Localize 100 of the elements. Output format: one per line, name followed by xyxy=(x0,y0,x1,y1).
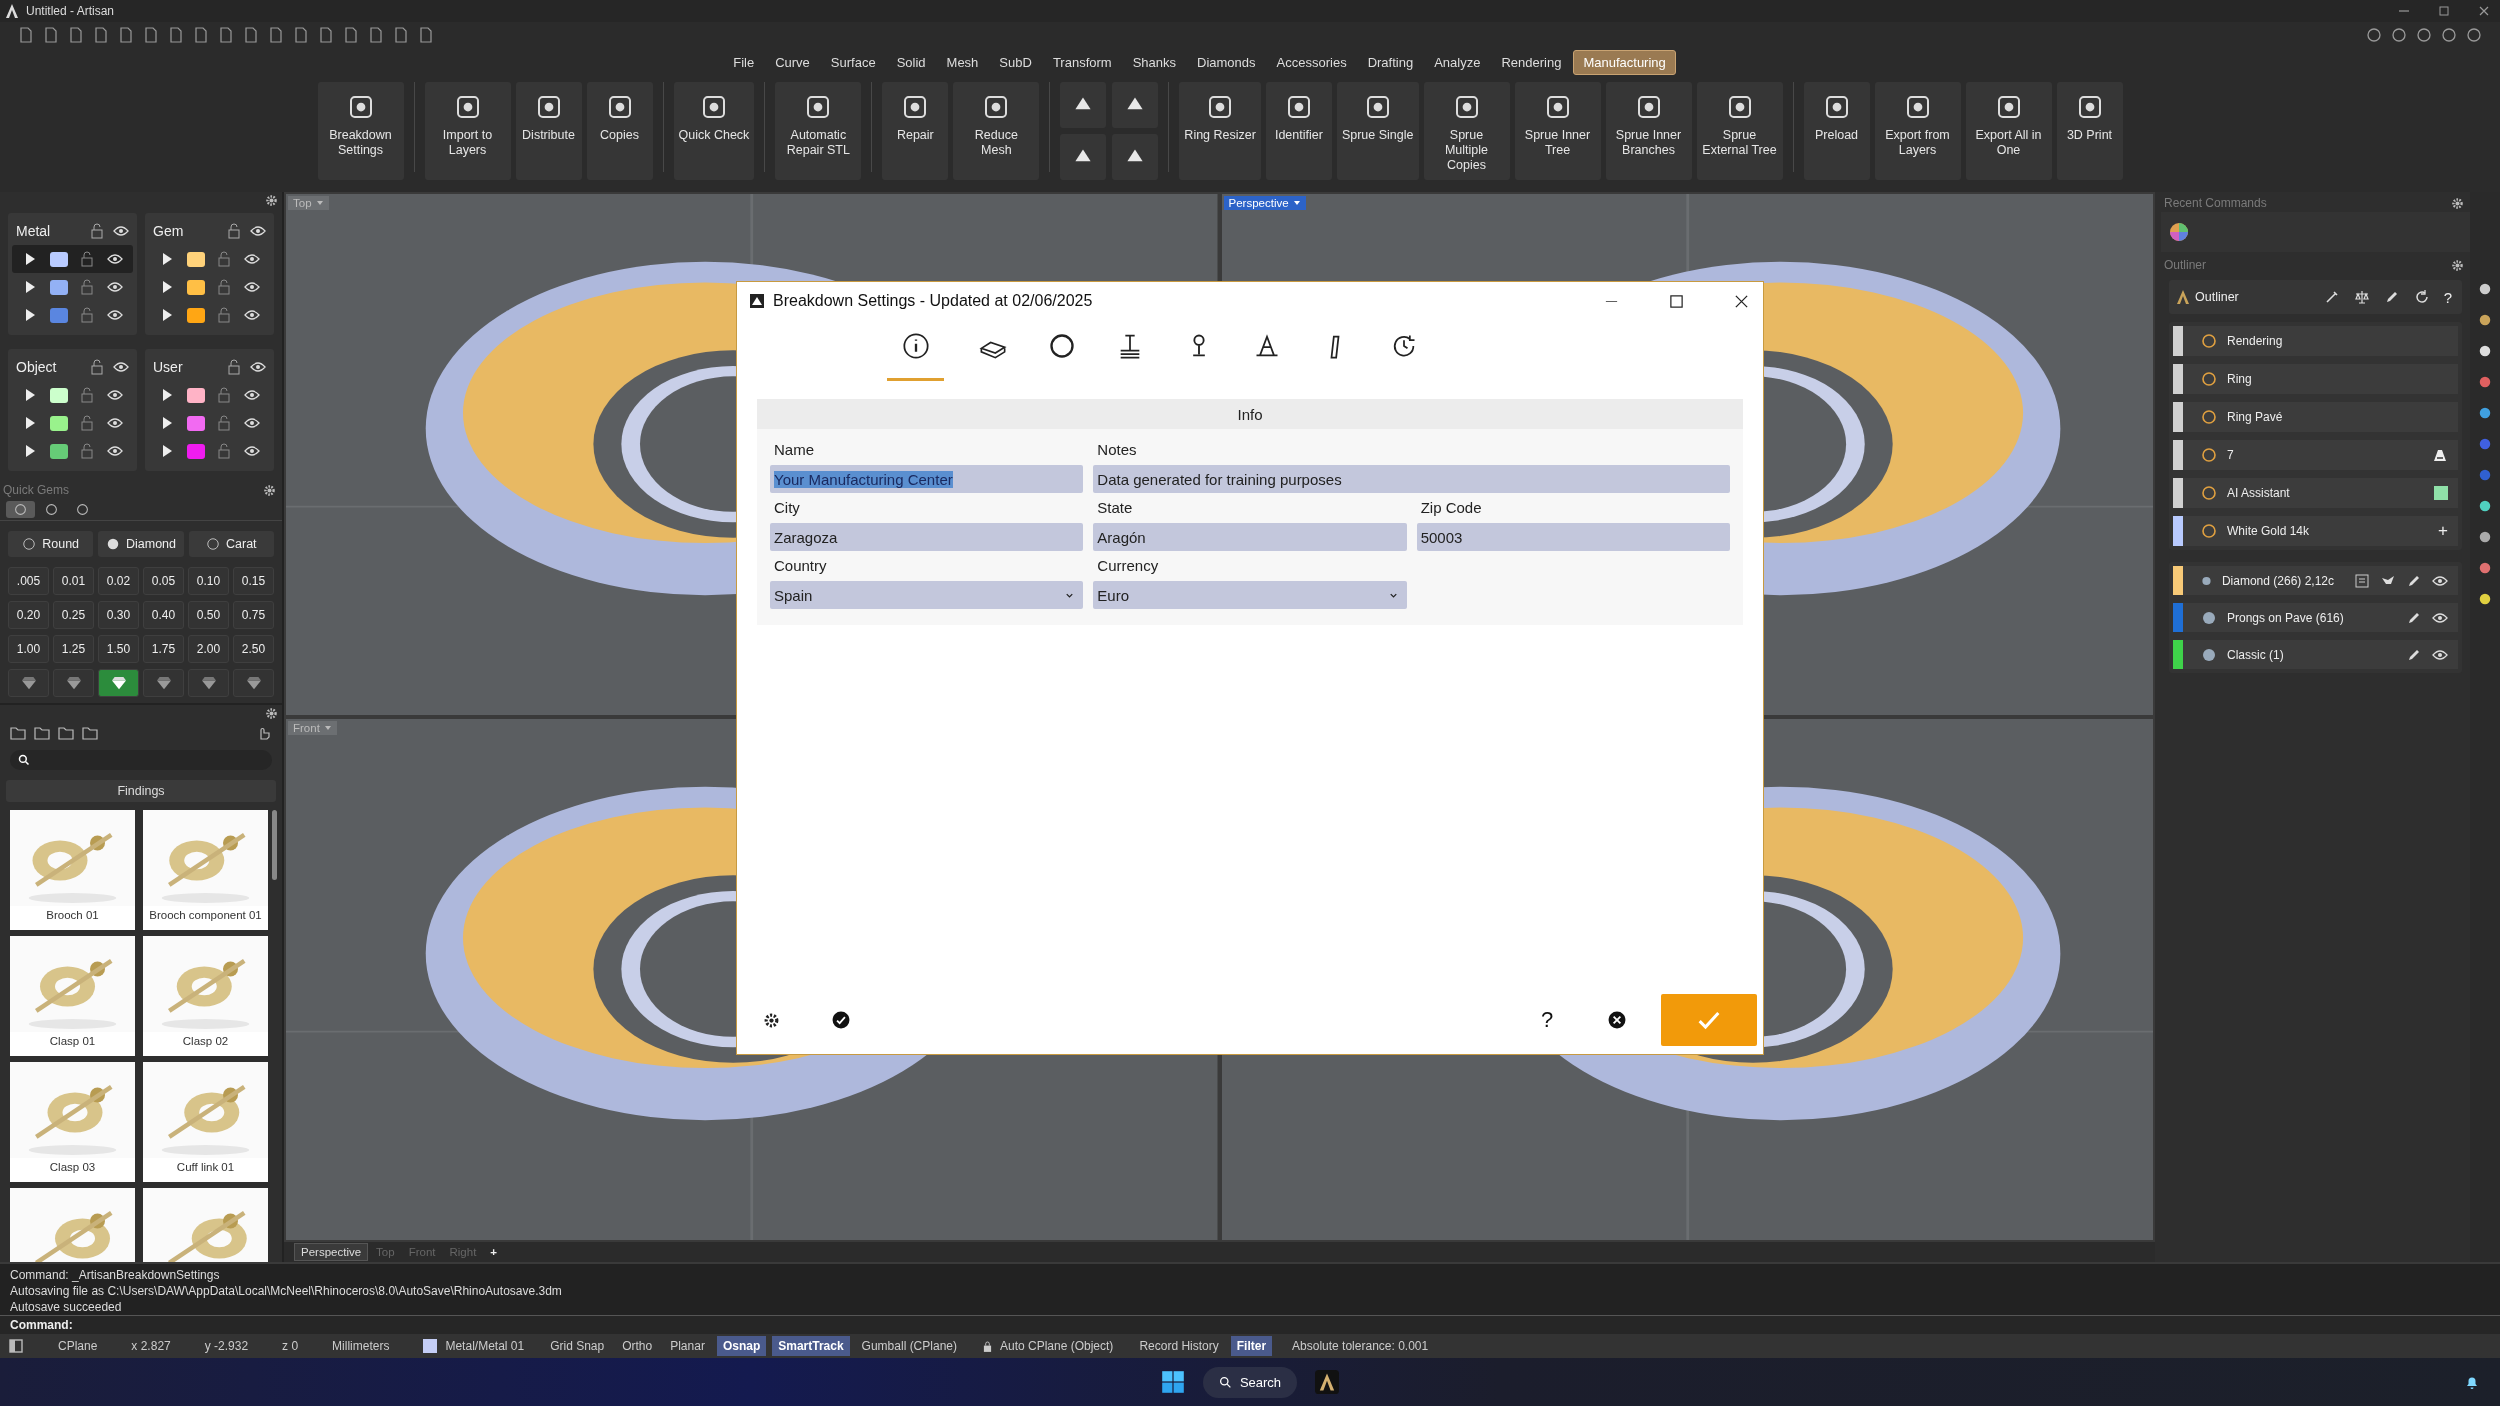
gem-size-button[interactable]: 0.20 xyxy=(8,601,49,629)
menu-tab[interactable]: File xyxy=(724,50,764,74)
status-toggle[interactable]: Record History xyxy=(1133,1336,1225,1356)
menu-tab[interactable]: SubD xyxy=(990,50,1041,74)
ribbon-button[interactable]: Sprue Single xyxy=(1336,82,1419,180)
panel-icon[interactable] xyxy=(2478,406,2492,420)
layer-color-swatch[interactable] xyxy=(186,443,205,459)
menu-tab[interactable]: Diamonds xyxy=(1188,50,1265,74)
layer-row[interactable] xyxy=(12,245,133,273)
list-icon[interactable] xyxy=(2354,572,2370,589)
select-field[interactable]: Euro xyxy=(1093,581,1407,609)
layer-color-swatch[interactable] xyxy=(49,307,68,323)
settings-icon[interactable] xyxy=(265,707,278,720)
tool-button[interactable] xyxy=(1112,82,1159,128)
windows-start-icon[interactable] xyxy=(1160,1370,1185,1394)
status-swatch[interactable] xyxy=(2434,486,2448,500)
document-icon[interactable] xyxy=(268,27,284,43)
ribbon-button[interactable]: Export All in One xyxy=(1965,82,2052,180)
viewport-tab[interactable]: Perspective xyxy=(294,1243,369,1261)
tool-button[interactable] xyxy=(1060,134,1107,180)
gem-size-button[interactable]: 0.02 xyxy=(98,567,139,595)
input-field[interactable]: Your Manufacturing Center xyxy=(770,465,1084,493)
settings-icon[interactable] xyxy=(2451,258,2464,272)
ribbon-button[interactable]: Preload xyxy=(1803,82,1870,180)
close-icon[interactable] xyxy=(1734,293,1749,309)
add-button[interactable]: + xyxy=(2438,521,2448,541)
app-taskbar-icon[interactable] xyxy=(1315,1370,1340,1394)
input-field[interactable]: 50003 xyxy=(1416,523,1730,551)
ribbon-button[interactable]: Quick Check xyxy=(673,82,755,180)
menu-tab[interactable]: Rendering xyxy=(1492,50,1571,74)
unit-dropdown[interactable]: Carat xyxy=(188,531,274,557)
layer-color-swatch[interactable] xyxy=(186,307,205,323)
scrollbar[interactable] xyxy=(272,810,277,880)
circle-icon[interactable] xyxy=(2391,27,2407,43)
layer-color-swatch[interactable] xyxy=(49,279,68,295)
layer-color-swatch[interactable] xyxy=(186,415,205,431)
document-icon[interactable] xyxy=(243,27,259,43)
outliner-object[interactable]: Prongs on Pave (616) xyxy=(2173,603,2458,632)
gem-size-button[interactable]: 0.40 xyxy=(143,601,184,629)
taskbar-search[interactable]: Search xyxy=(1202,1366,1298,1398)
panel-icon[interactable] xyxy=(2478,561,2492,575)
circle-icon[interactable] xyxy=(2441,27,2457,43)
eye-icon[interactable] xyxy=(250,359,266,375)
outliner-object[interactable]: Classic (1) xyxy=(2173,640,2458,669)
gem-size-button[interactable]: 2.50 xyxy=(233,635,274,663)
ribbon-button[interactable]: Sprue Multiple Copies xyxy=(1423,82,1510,180)
gem-size-button[interactable]: 0.10 xyxy=(188,567,229,595)
layer-color-swatch[interactable] xyxy=(186,251,205,267)
document-icon[interactable] xyxy=(318,27,334,43)
eye-icon[interactable] xyxy=(106,443,123,459)
folder-icon[interactable] xyxy=(10,725,26,741)
panel-icon[interactable] xyxy=(2478,313,2492,327)
ribbon-button[interactable]: Sprue Inner Tree xyxy=(1514,82,1601,180)
ribbon-button[interactable]: Copies xyxy=(586,82,653,180)
shape-dropdown[interactable]: Round xyxy=(8,531,94,557)
document-icon[interactable] xyxy=(293,27,309,43)
input-field[interactable]: Aragón xyxy=(1093,523,1407,551)
maximize-icon[interactable] xyxy=(1669,293,1684,309)
panel-toggle-icon[interactable] xyxy=(8,1338,24,1354)
eye-icon[interactable] xyxy=(113,223,129,239)
status-toggle[interactable]: Grid Snap xyxy=(544,1336,611,1356)
scale-icon[interactable] xyxy=(2353,289,2370,305)
menu-tab[interactable]: Drafting xyxy=(1358,50,1423,74)
gem-size-button[interactable]: 0.25 xyxy=(53,601,94,629)
ribbon-button[interactable]: Sprue Inner Branches xyxy=(1605,82,1692,180)
circle-icon[interactable] xyxy=(2416,27,2432,43)
gem-size-button[interactable]: 1.25 xyxy=(53,635,94,663)
settings-icon[interactable] xyxy=(265,194,278,207)
ribbon-button[interactable]: Import to Layers xyxy=(424,82,511,180)
search-field[interactable] xyxy=(10,750,272,770)
color-wheel-icon[interactable] xyxy=(2169,222,2189,242)
document-icon[interactable] xyxy=(68,27,84,43)
gem-size-button[interactable]: 0.30 xyxy=(98,601,139,629)
document-icon[interactable] xyxy=(18,27,34,43)
status-toggle[interactable]: Auto CPlane (Object) xyxy=(1000,1339,1114,1353)
gem-tab[interactable] xyxy=(6,501,35,518)
eye-icon[interactable] xyxy=(250,223,266,239)
eye-icon[interactable] xyxy=(106,307,123,323)
menu-tab[interactable]: Solid xyxy=(887,50,935,74)
gem-size-button[interactable]: 2.00 xyxy=(188,635,229,663)
eye-icon[interactable] xyxy=(243,279,260,295)
gem-size-button[interactable]: 1.75 xyxy=(143,635,184,663)
ribbon-button[interactable]: Sprue External Tree xyxy=(1696,82,1783,180)
menu-tab[interactable]: Transform xyxy=(1043,50,1121,74)
layer-color-swatch[interactable] xyxy=(49,387,68,403)
layer-color-swatch[interactable] xyxy=(49,415,68,431)
circle-icon[interactable] xyxy=(2366,27,2382,43)
help-button[interactable]: ? xyxy=(2443,288,2452,306)
eye-icon[interactable] xyxy=(106,251,123,267)
current-layer[interactable]: Metal/Metal 01 xyxy=(445,1339,525,1353)
menu-tab[interactable]: Shanks xyxy=(1123,50,1185,74)
outliner-item[interactable]: 7 xyxy=(2173,440,2458,470)
document-icon[interactable] xyxy=(343,27,359,43)
eye-icon[interactable] xyxy=(243,251,260,267)
lock-icon[interactable] xyxy=(226,223,242,239)
layer-color-swatch[interactable] xyxy=(186,387,205,403)
gem-cut-button[interactable] xyxy=(53,669,94,697)
outliner-item[interactable]: White Gold 14k + xyxy=(2173,516,2458,546)
outliner-item[interactable]: Ring Pavé xyxy=(2173,402,2458,432)
gem-cut-button[interactable] xyxy=(98,669,139,697)
